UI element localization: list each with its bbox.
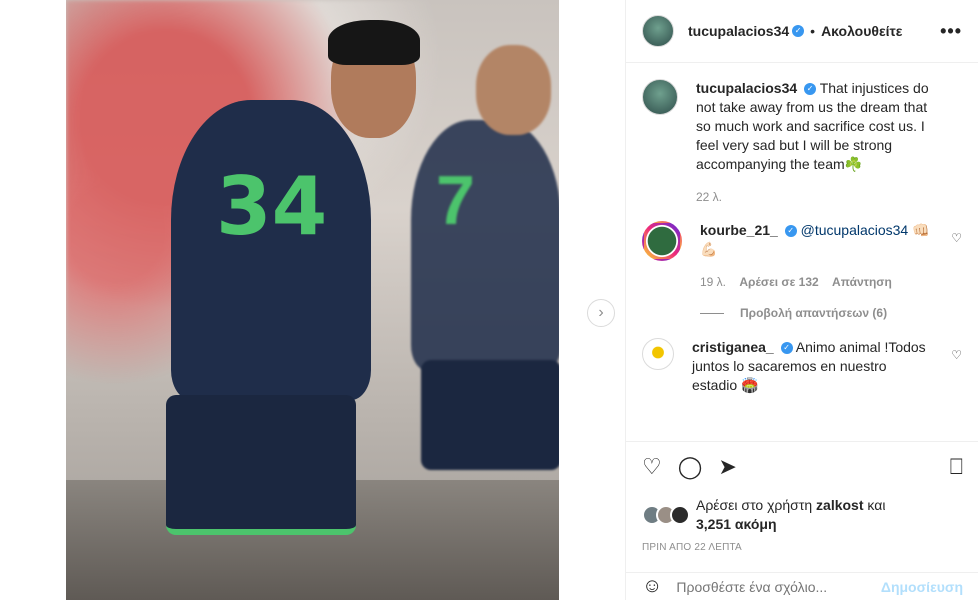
following-button[interactable]: Ακολουθείτε xyxy=(821,23,902,39)
likes-count[interactable]: 3,251 ακόμη xyxy=(696,516,777,532)
post-header: tucupalacios34 ✓ • Ακολουθείτε ••• xyxy=(626,0,978,63)
like-icon[interactable]: ♡ xyxy=(642,454,662,480)
likes-suffix: και xyxy=(867,497,886,513)
comment-like-icon[interactable]: ♡ xyxy=(951,348,962,362)
caption-time[interactable]: 22 λ. xyxy=(696,188,936,207)
liker-avatar[interactable] xyxy=(670,505,690,525)
instagram-post: 7 34 › tucupalacios34 ✓ • Ακολουθείτε ••… xyxy=(0,0,978,600)
background-player xyxy=(411,120,559,370)
post-actions: ♡ ◯ ➤ ⎕ Αρέσει στο χρήστη zalkost και 3,… xyxy=(626,441,978,553)
separator-dot: • xyxy=(810,23,816,39)
next-arrow-icon[interactable]: › xyxy=(587,299,615,327)
post-media: 7 34 › xyxy=(0,0,625,600)
caption-avatar[interactable] xyxy=(642,79,678,115)
comment-meta: 19 λ. Αρέσει σε 132 Απάντηση xyxy=(700,273,940,292)
likes-summary: Αρέσει στο χρήστη zalkost και 3,251 ακόμ… xyxy=(642,496,963,534)
action-icons: ♡ ◯ ➤ ⎕ xyxy=(642,452,963,482)
comment-mention[interactable]: @tucupalacios34 xyxy=(801,222,909,238)
author-avatar[interactable] xyxy=(642,15,674,47)
add-comment-bar: ☺ Δημοσίευση xyxy=(626,572,978,600)
comment-like-icon[interactable]: ♡ xyxy=(951,231,962,245)
verified-badge-icon: ✓ xyxy=(780,342,793,355)
likes-text: Αρέσει στο χρήστη zalkost και 3,251 ακόμ… xyxy=(696,496,885,534)
commenter-username[interactable]: kourbe_21_ xyxy=(700,222,778,238)
comment-item: kourbe_21_ ✓ @tucupalacios34 👊🏻💪🏻 19 λ. … xyxy=(642,221,962,292)
comment-input[interactable] xyxy=(676,578,881,595)
liker-avatars xyxy=(642,505,690,525)
comments-section[interactable]: tucupalacios34 ✓ That injustices do not … xyxy=(626,63,978,441)
author-username[interactable]: tucupalacios34 xyxy=(688,23,789,39)
commenter-avatar[interactable] xyxy=(642,221,682,261)
post-sidebar: tucupalacios34 ✓ • Ακολουθείτε ••• tucup… xyxy=(625,0,978,600)
commenter-avatar[interactable] xyxy=(642,338,674,370)
main-player-shorts xyxy=(166,395,356,535)
verified-badge-icon: ✓ xyxy=(804,83,817,96)
view-replies-label: Προβολή απαντήσεων (6) xyxy=(740,306,888,320)
background-player-head xyxy=(476,45,551,135)
main-player-number: 34 xyxy=(216,160,328,253)
share-icon[interactable]: ➤ xyxy=(718,454,736,480)
reply-button[interactable]: Απάντηση xyxy=(832,275,892,289)
background-player-number: 7 xyxy=(436,161,475,239)
post-comment-button[interactable]: Δημοσίευση xyxy=(881,579,963,595)
comment-icon[interactable]: ◯ xyxy=(678,454,703,480)
commenter-username[interactable]: cristiganea_ xyxy=(692,339,774,355)
more-options-icon[interactable]: ••• xyxy=(940,21,962,42)
verified-badge-icon: ✓ xyxy=(784,225,797,238)
replies-divider xyxy=(700,312,724,314)
likes-prefix: Αρέσει στο χρήστη xyxy=(696,497,813,513)
caption-username[interactable]: tucupalacios34 xyxy=(696,80,797,96)
caption: tucupalacios34 ✓ That injustices do not … xyxy=(642,79,962,207)
save-icon[interactable]: ⎕ xyxy=(950,454,963,480)
liker-username[interactable]: zalkost xyxy=(816,497,863,513)
main-player-hair xyxy=(328,20,420,65)
author-info: tucupalacios34 ✓ • Ακολουθείτε xyxy=(688,23,902,39)
comment-time[interactable]: 19 λ. xyxy=(700,275,726,289)
emoji-icon[interactable]: ☺ xyxy=(642,575,662,598)
view-replies-button[interactable]: Προβολή απαντήσεων (6) xyxy=(700,306,962,320)
comment-likes[interactable]: Αρέσει σε 132 xyxy=(739,275,818,289)
background-player-shorts xyxy=(421,360,559,470)
verified-badge-icon: ✓ xyxy=(792,25,805,37)
comment-item: cristiganea_ ✓ Animo animal !Todos junto… xyxy=(642,338,962,395)
post-photo[interactable]: 7 34 xyxy=(66,0,559,600)
post-timestamp[interactable]: ΠΡΙΝ ΑΠΟ 22 ΛΕΠΤΑ xyxy=(642,542,963,553)
